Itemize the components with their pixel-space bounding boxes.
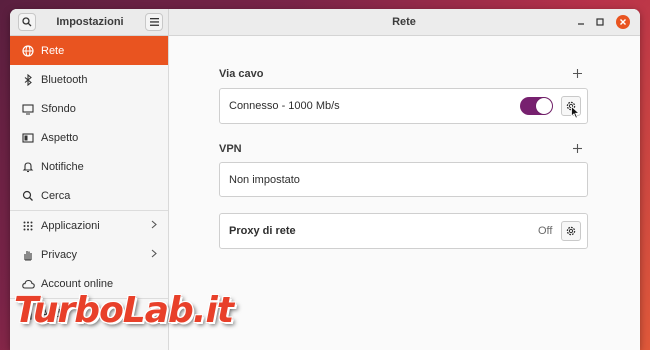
vpn-card: Non impostato xyxy=(219,162,588,197)
appearance-icon xyxy=(21,131,35,145)
wired-status: Connesso - 1000 Mb/s xyxy=(229,100,340,112)
chevron-right-icon xyxy=(151,249,157,258)
sidebar-item-label: Rete xyxy=(41,44,65,57)
sidebar-header: Impostazioni xyxy=(10,9,169,35)
minimize-button[interactable] xyxy=(574,15,588,29)
background-icon xyxy=(21,102,35,116)
sidebar-item-label: Applicazioni xyxy=(41,219,100,232)
chevron-right-icon xyxy=(151,220,157,229)
search-icon xyxy=(21,189,35,203)
main-panel: Via cavo Connesso - 1000 Mb/s VPN Non im… xyxy=(169,36,640,350)
toggle-knob xyxy=(536,98,552,114)
watermark-logo: TurboLab.it xyxy=(14,290,234,331)
mouse-cursor-icon xyxy=(571,106,580,119)
cloud-icon xyxy=(21,277,35,291)
close-button[interactable] xyxy=(616,15,630,29)
sidebar-item-label: Aspetto xyxy=(41,131,79,144)
page-title: Rete xyxy=(392,16,416,28)
close-icon xyxy=(620,19,626,25)
bell-icon xyxy=(21,160,35,174)
maximize-button[interactable] xyxy=(593,15,607,29)
proxy-settings-button[interactable] xyxy=(561,221,581,241)
apps-grid-icon xyxy=(21,219,35,233)
hamburger-icon xyxy=(149,18,159,26)
sidebar-item-label: Privacy xyxy=(41,248,78,261)
plus-icon xyxy=(573,144,582,153)
minimize-icon xyxy=(578,23,584,25)
sidebar-item-bluetooth[interactable]: Bluetooth xyxy=(10,65,168,94)
menu-button[interactable] xyxy=(145,13,163,31)
sidebar-item-rete[interactable]: Rete xyxy=(10,36,168,65)
sidebar-item-notifiche[interactable]: Notifiche xyxy=(10,152,168,181)
search-button[interactable] xyxy=(18,13,36,31)
proxy-state: Off xyxy=(538,225,553,237)
network-icon xyxy=(21,44,35,58)
proxy-label: Proxy di rete xyxy=(229,225,296,237)
bluetooth-icon xyxy=(21,73,35,87)
search-icon xyxy=(22,17,32,27)
gear-icon xyxy=(566,226,576,236)
sidebar-item-label: Bluetooth xyxy=(41,73,88,86)
plus-icon xyxy=(573,69,582,78)
sidebar-item-label: Notifiche xyxy=(41,160,84,173)
sidebar-item-label: Sfondo xyxy=(41,102,76,115)
sidebar-item-aspetto[interactable]: Aspetto xyxy=(10,123,168,152)
sidebar-item-label: Account online xyxy=(41,277,114,290)
wired-toggle[interactable] xyxy=(520,97,553,115)
sidebar-item-cerca[interactable]: Cerca xyxy=(10,181,168,210)
wired-connection-card: Connesso - 1000 Mb/s xyxy=(219,88,588,124)
add-wired-button[interactable] xyxy=(573,67,582,80)
wired-section-title: Via cavo xyxy=(219,68,264,80)
header-bar: Impostazioni Rete xyxy=(10,9,640,36)
hand-icon xyxy=(21,248,35,262)
sidebar-item-label: Cerca xyxy=(41,189,71,202)
sidebar-item-applicazioni[interactable]: Applicazioni xyxy=(10,211,168,240)
sidebar-item-privacy[interactable]: Privacy xyxy=(10,240,168,269)
sidebar-item-sfondo[interactable]: Sfondo xyxy=(10,94,168,123)
vpn-status: Non impostato xyxy=(229,174,300,186)
add-vpn-button[interactable] xyxy=(573,142,582,155)
sidebar-title: Impostazioni xyxy=(56,16,124,28)
proxy-card[interactable]: Proxy di rete Off xyxy=(219,213,588,249)
vpn-section-title: VPN xyxy=(219,143,242,155)
maximize-icon xyxy=(596,18,604,26)
